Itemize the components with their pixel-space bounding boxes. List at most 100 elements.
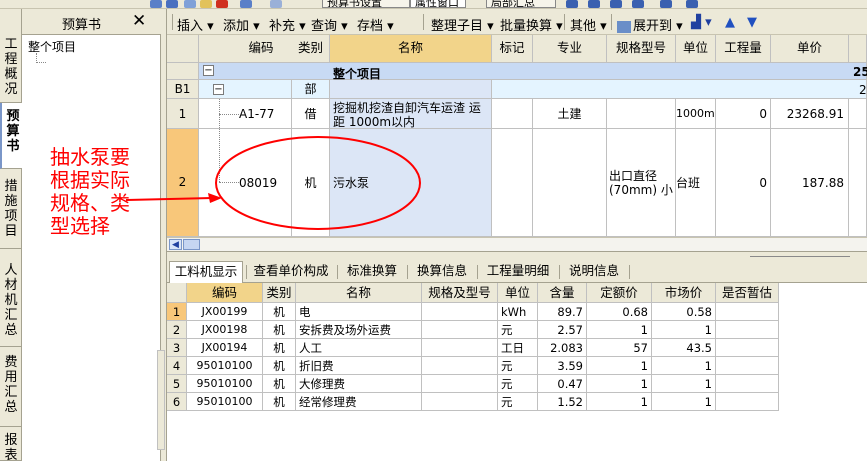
material-cell[interactable]: 2.083: [538, 339, 587, 357]
material-cell[interactable]: 95010100: [187, 375, 263, 393]
row-number[interactable]: 2: [167, 129, 199, 237]
tab-materials-summary[interactable]: 人材机汇总: [0, 249, 22, 347]
column-header[interactable]: 工程量: [716, 35, 771, 63]
column-header[interactable]: 标记: [492, 35, 533, 63]
batch-convert-button[interactable]: 批量换算 ▾: [500, 15, 563, 34]
move-up-icon[interactable]: ▲: [725, 15, 735, 30]
collapse-toggle[interactable]: −: [213, 84, 224, 95]
tab-quantity-detail[interactable]: 工程量明细: [481, 261, 555, 283]
next-icon[interactable]: [610, 0, 622, 8]
material-cell[interactable]: 人工: [296, 339, 422, 357]
material-cell[interactable]: 元: [498, 393, 538, 411]
material-cell[interactable]: 机: [263, 339, 296, 357]
material-cell[interactable]: [422, 375, 498, 393]
material-cell[interactable]: 0.68: [587, 303, 652, 321]
material-cell[interactable]: 2.57: [538, 321, 587, 339]
property-window-tab[interactable]: 属性窗口: [410, 0, 466, 8]
column-header-extra[interactable]: [849, 35, 867, 63]
material-cell[interactable]: 电: [296, 303, 422, 321]
row-number[interactable]: 1: [167, 303, 187, 321]
material-cell[interactable]: JX00194: [187, 339, 263, 357]
vertical-scrollbar[interactable]: [157, 350, 165, 450]
material-cell[interactable]: 1: [587, 393, 652, 411]
material-cell[interactable]: 机: [263, 393, 296, 411]
column-header[interactable]: 名称: [296, 283, 422, 303]
material-cell[interactable]: 机: [263, 357, 296, 375]
material-cell[interactable]: [422, 393, 498, 411]
type-cell[interactable]: 借: [292, 99, 330, 129]
organize-button[interactable]: 整理子目 ▾: [431, 15, 494, 34]
tab-measures[interactable]: 措施项目: [0, 169, 22, 249]
document-icon[interactable]: [184, 0, 196, 8]
material-cell[interactable]: 43.5: [652, 339, 716, 357]
close-icon[interactable]: ✕: [132, 11, 146, 31]
column-header[interactable]: 是否暂估: [716, 283, 779, 303]
tab-reports[interactable]: 报表: [0, 427, 22, 463]
column-header[interactable]: 单位: [676, 35, 716, 63]
tab-standard-conversion[interactable]: 标准换算: [341, 261, 403, 283]
material-cell[interactable]: 89.7: [538, 303, 587, 321]
delete-icon[interactable]: [216, 0, 228, 8]
material-cell[interactable]: 机: [263, 303, 296, 321]
material-cell[interactable]: [716, 339, 779, 357]
material-cell[interactable]: 1: [587, 375, 652, 393]
material-cell[interactable]: 机: [263, 321, 296, 339]
price-cell[interactable]: 23268.91: [771, 99, 849, 129]
insert-button[interactable]: 插入 ▾: [177, 15, 214, 34]
paint-icon[interactable]: ▟ ▾: [691, 15, 712, 30]
unit-cell[interactable]: 台班: [676, 129, 716, 237]
material-cell[interactable]: 1: [652, 375, 716, 393]
material-cell[interactable]: 经常修理费: [296, 393, 422, 411]
material-cell[interactable]: [716, 375, 779, 393]
last-icon[interactable]: [632, 0, 644, 8]
scroll-left-icon[interactable]: ◀: [169, 239, 182, 250]
local-summary-tab[interactable]: 局部汇总: [486, 0, 556, 8]
material-cell[interactable]: [422, 357, 498, 375]
column-header[interactable]: 含量: [538, 283, 587, 303]
query-button[interactable]: 查询 ▾: [311, 15, 348, 34]
mark-cell[interactable]: [492, 129, 533, 237]
column-header[interactable]: 单位: [498, 283, 538, 303]
redo-icon[interactable]: [270, 0, 282, 8]
tab-description[interactable]: 说明信息: [563, 261, 625, 283]
row-number[interactable]: 1: [167, 99, 199, 129]
material-cell[interactable]: 1: [652, 393, 716, 411]
column-header[interactable]: 定额价: [587, 283, 652, 303]
material-cell[interactable]: kWh: [498, 303, 538, 321]
column-header[interactable]: 单价: [771, 35, 849, 63]
material-cell[interactable]: [716, 393, 779, 411]
row-rest[interactable]: [492, 80, 867, 99]
down-icon[interactable]: [686, 0, 698, 8]
column-header[interactable]: 规格及型号: [422, 283, 498, 303]
budget-settings-tab[interactable]: 预算书设置: [322, 0, 410, 8]
column-header[interactable]: 名称: [330, 35, 492, 63]
row-number[interactable]: 2: [167, 321, 187, 339]
material-cell[interactable]: 95010100: [187, 357, 263, 375]
collapse-toggle[interactable]: −: [203, 65, 214, 76]
scroll-thumb[interactable]: [183, 239, 200, 250]
expand-to-button[interactable]: 展开到 ▾: [617, 15, 683, 34]
major-cell[interactable]: 土建: [533, 99, 607, 129]
material-cell[interactable]: 1: [652, 321, 716, 339]
material-cell[interactable]: [422, 321, 498, 339]
material-cell[interactable]: 1.52: [538, 393, 587, 411]
row-number[interactable]: [167, 63, 199, 80]
column-header[interactable]: 专业: [533, 35, 607, 63]
tab-fee-summary[interactable]: 费用汇总: [0, 347, 22, 427]
price-cell[interactable]: 187.88: [771, 129, 849, 237]
material-cell[interactable]: [422, 339, 498, 357]
paste-icon[interactable]: [166, 0, 178, 8]
folder-icon[interactable]: [200, 0, 212, 8]
copy-icon[interactable]: [150, 0, 162, 8]
column-header[interactable]: 类别: [263, 283, 296, 303]
column-header[interactable]: 类别: [292, 35, 330, 63]
code-cell[interactable]: 08019: [199, 129, 292, 237]
tab-budget[interactable]: 预算书: [0, 103, 22, 169]
material-cell[interactable]: 1: [587, 321, 652, 339]
material-cell[interactable]: JX00199: [187, 303, 263, 321]
tab-conversion-info[interactable]: 换算信息: [411, 261, 473, 283]
material-cell[interactable]: 1: [652, 357, 716, 375]
major-cell[interactable]: [533, 129, 607, 237]
column-header[interactable]: 编码: [187, 283, 263, 303]
row-number[interactable]: 3: [167, 339, 187, 357]
